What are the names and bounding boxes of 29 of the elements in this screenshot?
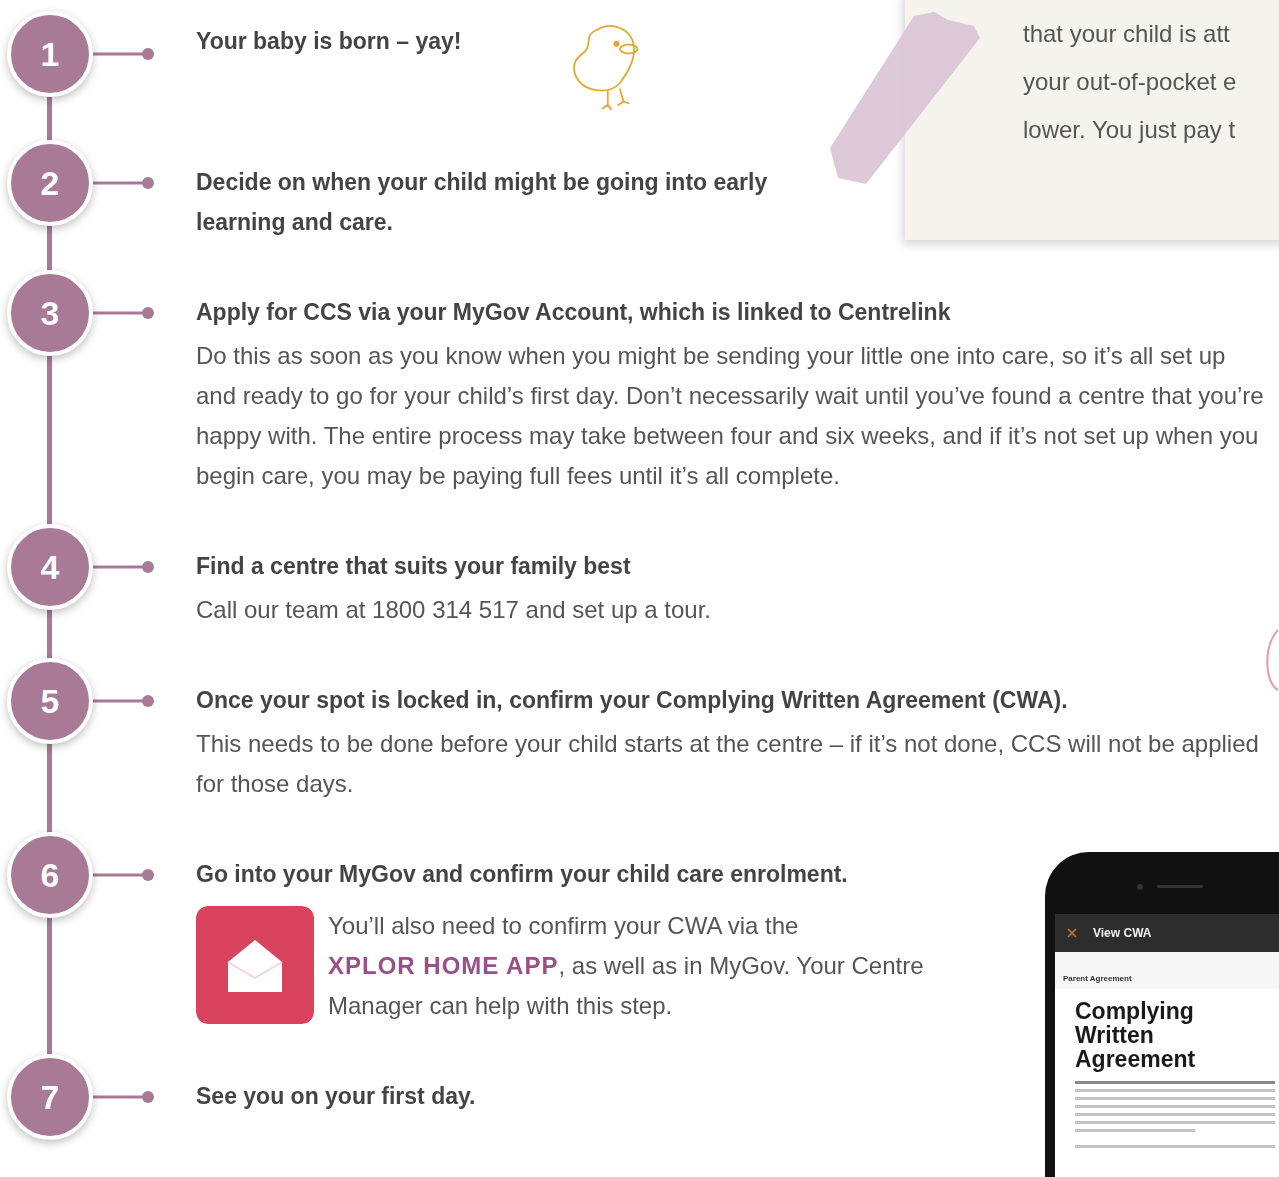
note-text: your out-of-pocket e	[1023, 67, 1238, 97]
agreement-heading: Complying Written Agreement	[1075, 999, 1197, 1071]
step-title: Find a centre that suits your family best	[196, 552, 631, 581]
step-description: Call our team at 1800 314 517 and set up a tour.	[196, 595, 713, 625]
step-title: Your baby is born – yay!	[196, 27, 462, 56]
app-link[interactable]: XPLOR HOME APP	[328, 952, 559, 979]
step-description: Do this as soon as you know when you might be sending your little one into care, so it’s all set up and ready to go for your child’s first day. Don’t necessarily wait until you’ve found a centre that you’re happy with. The entire process may take between four and six weeks, and if it’s not set up when you begin care, you may be paying full fees until it’s all complete.	[196, 341, 1265, 491]
step-title: Once your spot is locked in, confirm your Complying Written Agreement (CWA).	[196, 686, 1068, 715]
close-icon[interactable]	[1067, 928, 1077, 938]
step-title: Decide on when your child might be going into early learning and care.	[196, 168, 769, 237]
connector-drawing	[93, 48, 155, 60]
step-title: Go into your MyGov and confirm your child care enrolment.	[196, 860, 848, 889]
connector-drawing	[93, 695, 155, 707]
note-text: lower. You just pay t	[1023, 115, 1237, 145]
connector-drawing	[93, 177, 155, 189]
note-text: that your child is att	[1023, 19, 1231, 49]
app-icon	[196, 906, 314, 1024]
step-title: Apply for CCS via your MyGov Account, which is linked to Centrelink	[196, 298, 951, 327]
app-instruction: You’ll also need to confirm your CWA via the XPLOR HOME APP, as well as in MyGov. Your Centre Manager can help with this step.	[328, 911, 925, 1021]
step-title: See you on your first day.	[196, 1082, 476, 1111]
section-label: Parent Agreement	[1062, 973, 1133, 985]
connector-drawing	[93, 869, 155, 881]
phone-speaker-drawing	[1135, 882, 1205, 892]
connector-drawing	[93, 561, 155, 573]
step-description: This needs to be done before your child starts at the centre – if it’s not done, CCS will not be applied for those days.	[196, 729, 1260, 799]
connector-drawing	[93, 1091, 155, 1103]
connector-drawing	[93, 307, 155, 319]
doodle-drawing	[1264, 628, 1279, 692]
screen-title: View CWA	[1093, 926, 1152, 940]
